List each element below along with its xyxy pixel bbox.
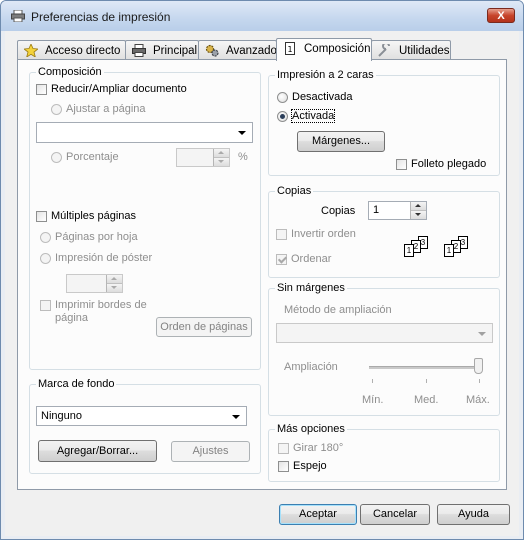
scale-mid-label: Med. xyxy=(414,394,439,406)
rotate-180-label: Girar 180° xyxy=(293,442,344,454)
page-order-button[interactable]: Orden de páginas xyxy=(156,317,252,337)
tab-acceso-directo[interactable]: Acceso directo xyxy=(17,40,126,59)
poster-stepper[interactable] xyxy=(66,274,123,293)
wrench-icon xyxy=(378,44,390,57)
chevron-down-icon xyxy=(232,415,240,419)
booklet-checkbox[interactable] xyxy=(396,159,407,170)
title-bar[interactable]: Preferencias de impresión X xyxy=(1,1,523,31)
multiple-pages-label: Múltiples páginas xyxy=(51,210,136,222)
borderless-group: Sin márgenes Método de ampliación Amplia… xyxy=(268,282,500,416)
collate-label: Ordenar xyxy=(291,253,332,265)
copies-stepper[interactable]: 1 xyxy=(368,201,427,220)
fit-to-page-label: Ajustar a página xyxy=(66,103,146,115)
dialog-client-area: Acceso directo Principal Avanzado 1 Comp… xyxy=(5,31,519,536)
tab-avanzado[interactable]: Avanzado xyxy=(198,40,277,59)
composition-group: Composición Reducir/Ampliar documento Aj… xyxy=(29,66,261,370)
watermark-group-title: Marca de fondo xyxy=(36,378,117,390)
chevron-down-icon xyxy=(478,332,486,336)
help-button[interactable]: Ayuda xyxy=(437,504,510,525)
add-delete-watermark-button[interactable]: Agregar/Borrar... xyxy=(38,440,157,462)
reduce-enlarge-checkbox[interactable] xyxy=(36,84,47,95)
enlargement-slider-thumb[interactable] xyxy=(474,358,483,374)
spin-up-icon[interactable] xyxy=(214,149,229,158)
close-button[interactable]: X xyxy=(487,8,515,23)
more-options-group-title: Más opciones xyxy=(275,423,347,435)
watermark-settings-button[interactable]: Ajustes xyxy=(171,441,250,462)
scale-max-label: Máx. xyxy=(466,394,490,406)
borderless-group-title: Sin márgenes xyxy=(275,282,347,294)
booklet-label: Folleto plegado xyxy=(411,158,487,170)
copies-group: Copias Copias 1 Invertir orden Ordenar 3… xyxy=(268,185,500,278)
percent-unit: % xyxy=(238,151,248,163)
reverse-order-checkbox[interactable] xyxy=(276,229,287,240)
composition-tab-panel: Composición Reducir/Ampliar documento Aj… xyxy=(17,59,507,490)
cancel-button[interactable]: Cancelar xyxy=(360,504,430,525)
percentage-stepper[interactable] xyxy=(176,148,230,167)
fit-to-page-combo[interactable] xyxy=(36,122,253,143)
duplex-off-label: Desactivada xyxy=(292,91,353,103)
spin-up-icon[interactable] xyxy=(411,202,426,211)
spin-down-icon[interactable] xyxy=(411,210,426,219)
printer-icon xyxy=(11,10,25,22)
enlargement-method-label: Método de ampliación xyxy=(284,304,392,316)
composition-group-title: Composición xyxy=(36,66,104,78)
watermark-group: Marca de fondo Ninguno Agregar/Borrar...… xyxy=(29,378,261,474)
duplex-on-label: Activada xyxy=(290,109,336,123)
duplex-group-title: Impresión a 2 caras xyxy=(275,69,376,81)
tab-utilidades[interactable]: Utilidades xyxy=(371,40,451,59)
star-icon xyxy=(24,44,38,57)
duplex-off-radio[interactable] xyxy=(277,92,288,103)
svg-text:1: 1 xyxy=(287,45,292,54)
enlargement-slider-track[interactable] xyxy=(369,366,483,369)
ok-button[interactable]: Aceptar xyxy=(279,504,357,525)
fit-to-page-radio[interactable] xyxy=(51,104,62,115)
pages-per-sheet-label: Páginas por hoja xyxy=(55,231,138,243)
watermark-combo[interactable]: Ninguno xyxy=(36,406,247,426)
multiple-pages-checkbox[interactable] xyxy=(36,211,47,222)
percentage-radio[interactable] xyxy=(51,152,62,163)
print-borders-label: Imprimir bordes de página xyxy=(55,299,147,324)
reverse-order-label: Invertir orden xyxy=(291,228,356,240)
percentage-label: Porcentaje xyxy=(66,151,119,163)
print-borders-checkbox[interactable] xyxy=(40,300,51,311)
page-layout-icon: 1 xyxy=(285,42,295,55)
copies-group-title: Copias xyxy=(275,185,314,197)
poster-print-label: Impresión de póster xyxy=(55,252,153,264)
scale-min-label: Mín. xyxy=(362,394,384,406)
copies-label: Copias xyxy=(321,205,356,217)
window-title: Preferencias de impresión xyxy=(31,10,171,24)
mirror-checkbox[interactable] xyxy=(278,461,289,472)
margins-button[interactable]: Márgenes... xyxy=(297,131,385,152)
pages-per-sheet-radio[interactable] xyxy=(40,232,51,243)
enlargement-method-combo[interactable] xyxy=(276,323,493,343)
gears-icon xyxy=(205,44,219,57)
duplex-group: Impresión a 2 caras Desactivada Activada… xyxy=(268,69,500,176)
collated-pages-icon: 3 2 1 xyxy=(404,236,428,258)
more-options-group: Más opciones Girar 180° Espejo xyxy=(268,423,500,482)
rotate-180-checkbox[interactable] xyxy=(278,443,289,454)
spin-down-icon[interactable] xyxy=(214,157,229,166)
spin-up-icon[interactable] xyxy=(107,275,122,284)
reduce-enlarge-label: Reducir/Ampliar documento xyxy=(51,83,187,95)
chevron-down-icon xyxy=(238,131,246,135)
poster-print-radio[interactable] xyxy=(40,253,51,264)
duplex-on-radio[interactable] xyxy=(277,111,288,122)
tab-principal[interactable]: Principal xyxy=(125,40,199,59)
spin-down-icon[interactable] xyxy=(107,283,122,292)
collate-checkbox[interactable] xyxy=(276,254,287,265)
collated-pages-icon: 3 2 1 xyxy=(444,236,468,258)
printer-icon xyxy=(132,44,146,57)
tab-composicion[interactable]: 1 Composición xyxy=(276,38,372,61)
print-preferences-window: Preferencias de impresión X Acceso direc… xyxy=(0,0,524,540)
mirror-label: Espejo xyxy=(293,460,327,472)
enlargement-label: Ampliación xyxy=(284,361,338,373)
